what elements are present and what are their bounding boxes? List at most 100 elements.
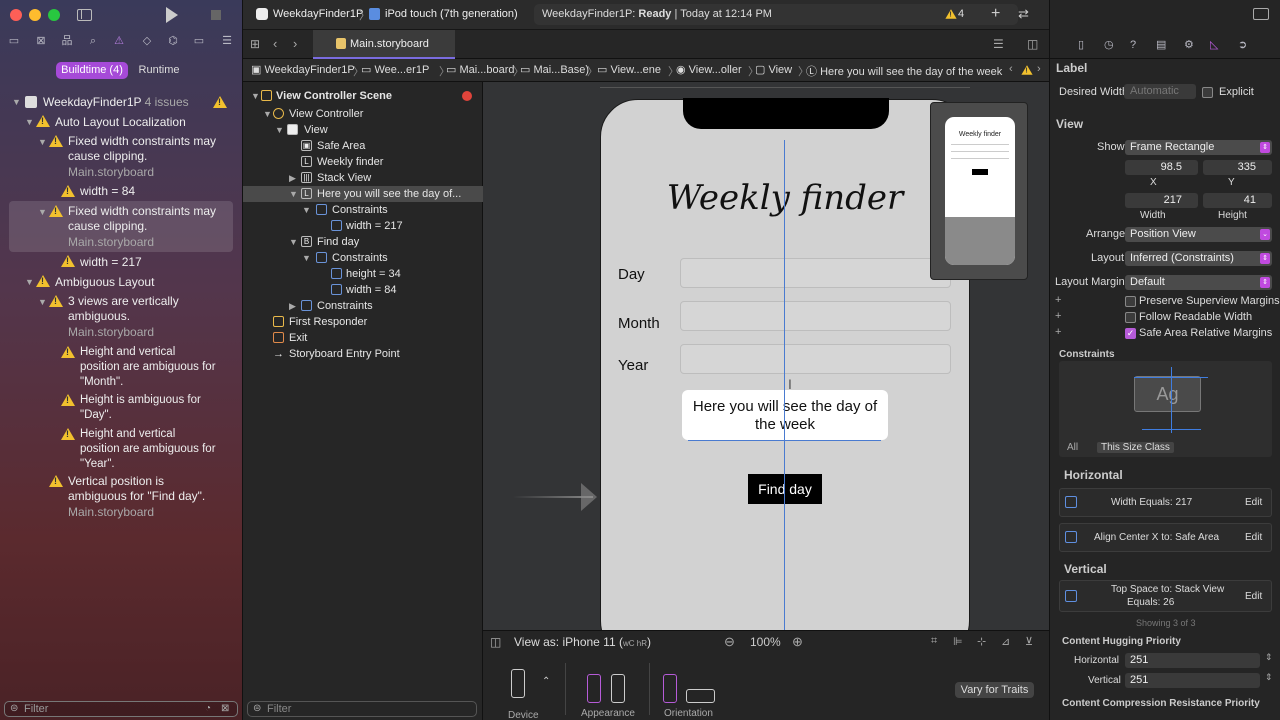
chevron-down-icon[interactable]: ▼ [38, 297, 47, 307]
outline-exit[interactable]: Exit [289, 331, 307, 345]
portrait-icon[interactable] [663, 674, 677, 703]
error-badge-icon[interactable] [462, 91, 472, 101]
warning-icon[interactable] [1021, 65, 1033, 75]
constraint-center-x[interactable]: Align Center X to: Safe Area Edit [1059, 523, 1272, 552]
day-label[interactable]: Day [618, 266, 645, 283]
jump-project[interactable]: ▣ WeekdayFinder1P [251, 63, 355, 76]
issue-detail-month[interactable]: Height and vertical position are ambiguou… [80, 345, 216, 390]
x-field[interactable]: 98.5 [1125, 160, 1198, 175]
warning-count[interactable]: 4 [958, 8, 964, 20]
file-inspector-icon[interactable]: ▯ [1078, 38, 1084, 52]
back-icon[interactable]: ‹ [273, 36, 277, 51]
day-field[interactable] [680, 258, 951, 288]
jump-group[interactable]: ▭ Wee...er1P [361, 63, 429, 76]
chevron-down-icon[interactable]: ▼ [275, 125, 284, 135]
storyboard-canvas[interactable]: Weekly finder Day Month Year Here you wi… [483, 82, 1049, 630]
zoom-level[interactable]: 100% [750, 635, 781, 649]
month-field[interactable] [680, 301, 951, 331]
chevron-down-icon[interactable]: ▼ [302, 205, 311, 215]
add-icon[interactable]: + [1055, 294, 1061, 306]
outline-stack-view[interactable]: Stack View [317, 171, 371, 185]
add-constraints-icon[interactable]: ⊹ [977, 635, 986, 648]
explicit-checkbox[interactable] [1202, 87, 1213, 98]
clock-icon[interactable]: ◔ [205, 703, 211, 714]
attributes-inspector-icon[interactable]: ⚙ [1184, 38, 1194, 52]
vary-for-traits-button[interactable]: Vary for Traits [955, 682, 1034, 698]
embed-in-icon[interactable]: ⊻ [1025, 635, 1033, 648]
minimize-window-button[interactable] [29, 9, 41, 21]
view-as-label[interactable]: View as: iPhone 11 (wC hR) [514, 635, 651, 649]
constraints-diagram[interactable]: Ag All This Size Class [1059, 361, 1272, 457]
chevron-down-icon[interactable]: ▼ [289, 189, 298, 199]
debug-icon[interactable]: ⌬ [166, 34, 180, 48]
y-field[interactable]: 335 [1203, 160, 1272, 175]
issue-detail-day[interactable]: Height is ambiguous for "Day". [80, 393, 201, 423]
month-label[interactable]: Month [618, 315, 660, 332]
symbol-icon[interactable]: 品 [60, 34, 74, 48]
constraint-top-space[interactable]: Top Space to: Stack View Equals: 26 Edit [1059, 580, 1272, 612]
edit-button[interactable]: Edit [1245, 497, 1262, 508]
runtime-tab[interactable]: Runtime [131, 62, 187, 79]
outline-find-day[interactable]: Find day [317, 235, 359, 249]
prev-issue-icon[interactable]: ‹ [1009, 63, 1013, 75]
jump-label[interactable]: Ⓛ Here you will see the day of the week [806, 63, 1002, 79]
result-label[interactable]: Here you will see the day of the week [682, 390, 888, 440]
issue-detail[interactable]: width = 84 [80, 184, 135, 199]
zoom-window-button[interactable] [48, 9, 60, 21]
code-review-icon[interactable]: ⇄ [1018, 6, 1029, 22]
outline-first-responder[interactable]: First Responder [289, 315, 367, 329]
next-issue-icon[interactable]: › [1037, 63, 1041, 75]
hugging-vertical-field[interactable]: 251 [1125, 673, 1260, 688]
forward-icon[interactable]: › [293, 36, 297, 51]
chevron-right-icon[interactable]: ▶ [289, 173, 296, 184]
stepper-icon[interactable]: ⇕ [1265, 672, 1273, 683]
all-tab[interactable]: All [1067, 442, 1078, 453]
split-editor-icon[interactable]: ◫ [1027, 37, 1038, 51]
outline-safe-area[interactable]: Safe Area [317, 139, 365, 153]
safe-area-checkbox[interactable]: ✓ [1125, 328, 1136, 339]
jump-file[interactable]: ▭ Mai...board [446, 63, 514, 76]
zoom-in-icon[interactable]: ⊕ [792, 634, 803, 650]
project-name[interactable]: WeekdayFinder1P 4 issues [43, 95, 189, 110]
breakpoint-icon[interactable]: ▭ [192, 34, 206, 48]
year-field[interactable] [680, 344, 951, 374]
issue-fixed-width-2[interactable]: Fixed width constraints may cause clippin… [68, 204, 216, 234]
test-icon[interactable]: ◇ [140, 34, 154, 48]
issue-find-day[interactable]: Vertical position is ambiguous for "Find … [68, 474, 205, 504]
issue-detail[interactable]: width = 217 [80, 255, 142, 270]
issue-navigator-icon[interactable]: ⚠ [112, 34, 126, 48]
chevron-updown-icon[interactable]: ⌃ [542, 676, 550, 687]
edit-button[interactable]: Edit [1245, 591, 1262, 602]
chevron-down-icon[interactable]: ▼ [263, 109, 272, 119]
size-inspector-icon[interactable]: ◺ [1210, 38, 1218, 52]
close-window-button[interactable] [10, 9, 22, 21]
height-field[interactable]: 41 [1203, 193, 1272, 208]
resolve-issues-icon[interactable]: ⊿ [1001, 635, 1010, 648]
hugging-horizontal-field[interactable]: 251 [1125, 653, 1260, 668]
outline-scene[interactable]: View Controller Scene [276, 89, 392, 103]
zoom-out-icon[interactable]: ⊖ [724, 634, 735, 650]
help-inspector-icon[interactable]: ? [1130, 38, 1136, 52]
issue-vertically-ambiguous[interactable]: 3 views are vertically ambiguous. [68, 294, 179, 324]
show-select[interactable]: Frame Rectangle ⇕ [1125, 140, 1272, 155]
group-auto-layout-localization[interactable]: Auto Layout Localization [55, 115, 186, 130]
outline-toggle-icon[interactable]: ◫ [490, 635, 501, 649]
size-class-tab[interactable]: This Size Class [1097, 442, 1174, 453]
outline-view-constraints[interactable]: Constraints [317, 299, 373, 313]
jump-base[interactable]: ▭ Mai...Base) [520, 63, 589, 76]
width-field[interactable]: 217 [1125, 193, 1198, 208]
title-label[interactable]: Weekly finder [601, 178, 969, 218]
minimap[interactable]: Weekly finder [930, 102, 1028, 280]
outline-constraints[interactable]: Constraints [332, 203, 388, 217]
iphone-scene[interactable]: Weekly finder Day Month Year Here you wi… [600, 98, 970, 630]
scheme-selector[interactable]: WeekdayFinder1P [273, 8, 363, 20]
destination-selector[interactable]: iPod touch (7th generation) [385, 8, 518, 20]
appearance-light-icon[interactable] [587, 674, 601, 703]
identity-inspector-icon[interactable]: ▤ [1156, 38, 1166, 52]
library-plus-icon[interactable]: + [991, 5, 1000, 23]
issue-fixed-width-1[interactable]: Fixed width constraints may cause clippin… [68, 134, 216, 164]
outline-filter[interactable]: ⊜ Filter [247, 701, 477, 717]
outline-width-217[interactable]: width = 217 [346, 219, 403, 233]
preserve-checkbox[interactable] [1125, 296, 1136, 307]
device-icon[interactable] [511, 669, 525, 698]
